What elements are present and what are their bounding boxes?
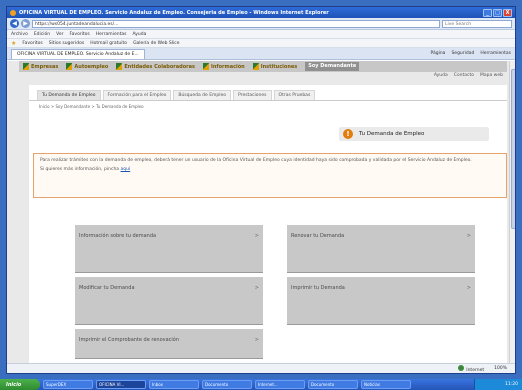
util-link-ayuda[interactable]: Ayuda xyxy=(434,73,448,78)
system-clock[interactable]: 11:20 xyxy=(474,379,522,390)
vertical-scrollbar[interactable] xyxy=(509,61,515,365)
subtab-bar: Tu Demanda de Empleo Formación para el E… xyxy=(29,85,507,101)
util-link-contacto[interactable]: Contacto xyxy=(454,73,474,78)
command-tools[interactable]: Herramientas xyxy=(480,51,511,56)
site-nav: Empresas Autoempleo Entidades Colaborado… xyxy=(19,61,507,72)
menu-bar: Archivo Edición Ver Favoritos Herramient… xyxy=(7,30,515,39)
zone-indicator: Internet xyxy=(458,364,484,373)
favorites-item[interactable]: Sitios sugeridos xyxy=(49,41,85,46)
favorites-bar: ★ Favoritos Sitios sugeridos Hotmail gra… xyxy=(7,39,515,48)
nav-item-informacion[interactable]: Información xyxy=(202,63,245,70)
globe-icon xyxy=(458,364,465,371)
chevron-right-icon: > xyxy=(466,285,471,291)
minimize-button[interactable]: _ xyxy=(483,8,492,17)
chevron-right-icon: > xyxy=(254,285,259,291)
taskbar-item[interactable]: SuperDEX xyxy=(43,380,93,389)
taskbar-item[interactable]: Documento xyxy=(308,380,358,389)
window-title: OFICINA VIRTUAL DE EMPLEO. Servicio Anda… xyxy=(19,9,329,16)
command-security[interactable]: Seguridad xyxy=(451,51,474,56)
card-renovar-demanda[interactable]: Renovar tu Demanda > xyxy=(287,225,475,273)
command-page[interactable]: Página xyxy=(430,51,445,56)
nav-item-autoempleo[interactable]: Autoempleo xyxy=(66,63,108,70)
chevron-right-icon: > xyxy=(254,233,259,239)
maximize-button[interactable]: □ xyxy=(493,8,502,17)
close-button[interactable]: X xyxy=(503,8,512,17)
nav-item-instituciones[interactable]: Instituciones xyxy=(252,63,297,70)
status-bar: Internet 100% xyxy=(7,363,515,373)
tab-bar: OFICINA VIRTUAL DE EMPLEO. Servicio Anda… xyxy=(7,48,515,60)
subtab-demanda[interactable]: Tu Demanda de Empleo xyxy=(37,90,101,100)
info-icon: ! xyxy=(343,129,353,139)
page-viewport: Empresas Autoempleo Entidades Colaborado… xyxy=(7,61,515,365)
util-link-mapa[interactable]: Mapa web xyxy=(480,73,503,78)
forward-button[interactable]: ▶ xyxy=(21,19,30,28)
subtab-otras[interactable]: Otras Pruebas xyxy=(273,90,316,100)
browser-tab[interactable]: OFICINA VIRTUAL DE EMPLEO. Servicio Anda… xyxy=(11,48,145,59)
notice-text: Para realizar trámites con la demanda de… xyxy=(40,158,472,163)
address-bar: ◀ ▶ https://ws054.juntadeandalucia.es/..… xyxy=(7,18,515,30)
title-bar[interactable]: OFICINA VIRTUAL DE EMPLEO. Servicio Anda… xyxy=(7,7,515,18)
url-input[interactable]: https://ws054.juntadeandalucia.es/... xyxy=(32,19,440,28)
star-icon: ★ xyxy=(11,39,17,47)
menu-item-favoritos[interactable]: Favoritos xyxy=(69,32,89,37)
flag-icon xyxy=(252,63,259,70)
taskbar-item[interactable]: Inbox xyxy=(149,380,199,389)
start-button[interactable]: Inicio xyxy=(0,379,40,390)
browser-window: OFICINA VIRTUAL DE EMPLEO. Servicio Anda… xyxy=(6,6,516,374)
subtab-busqueda[interactable]: Búsqueda de Empleo xyxy=(173,90,232,100)
desktop: OFICINA VIRTUAL DE EMPLEO. Servicio Anda… xyxy=(0,0,522,390)
chevron-right-icon: > xyxy=(254,337,259,343)
more-info-link[interactable]: aquí xyxy=(121,167,131,172)
command-bar: Página Seguridad Herramientas xyxy=(430,51,511,56)
taskbar: Inicio SuperDEX OFICINA VI... Inbox Docu… xyxy=(0,379,522,390)
taskbar-item[interactable]: OFICINA VI... xyxy=(96,380,146,389)
flag-icon xyxy=(202,63,209,70)
favorites-item[interactable]: Galería de Web Slice xyxy=(133,41,179,46)
page-title-badge: ! Tu Demanda de Empleo xyxy=(339,127,489,141)
menu-item-archivo[interactable]: Archivo xyxy=(11,32,28,37)
card-info-demanda[interactable]: Información sobre tu demanda > xyxy=(75,225,263,273)
back-button[interactable]: ◀ xyxy=(10,19,19,28)
utility-links: Ayuda Contacto Mapa web xyxy=(434,73,503,78)
taskbar-item[interactable]: Documento xyxy=(202,380,252,389)
menu-item-herramientas[interactable]: Herramientas xyxy=(96,32,127,37)
search-input[interactable]: Live Search xyxy=(442,19,512,28)
scroll-thumb[interactable] xyxy=(511,69,515,229)
flag-icon xyxy=(23,63,29,70)
flag-icon xyxy=(66,63,73,70)
page-title: Tu Demanda de Empleo xyxy=(359,131,425,137)
menu-item-ayuda[interactable]: Ayuda xyxy=(132,32,146,37)
chevron-right-icon: > xyxy=(466,233,471,239)
menu-item-edicion[interactable]: Edición xyxy=(34,32,50,37)
nav-item-entidades[interactable]: Entidades Colaboradoras xyxy=(116,63,195,70)
ie-icon xyxy=(10,9,16,16)
card-imprimir-demanda[interactable]: Imprimir tu Demanda > xyxy=(287,277,475,325)
card-modificar-demanda[interactable]: Modificar tu Demanda > xyxy=(75,277,263,325)
favorites-item[interactable]: Hotmail gratuito xyxy=(90,41,127,46)
nav-item-demandante[interactable]: Soy Demandante xyxy=(305,62,360,71)
nav-item-empresas[interactable]: Empresas xyxy=(23,63,58,70)
breadcrumb[interactable]: Inicio > Soy Demandante > Tu Demanda de … xyxy=(29,101,507,112)
card-imprimir-comprobante[interactable]: Imprimir el Comprobante de renovación > xyxy=(75,329,263,359)
menu-item-ver[interactable]: Ver xyxy=(56,32,63,37)
taskbar-item[interactable]: Noticias xyxy=(361,380,411,389)
main-content: Tu Demanda de Empleo Formación para el E… xyxy=(29,85,507,363)
flag-icon xyxy=(116,63,123,70)
taskbar-item[interactable]: Internet... xyxy=(255,380,305,389)
zoom-level[interactable]: 100% xyxy=(494,366,507,371)
subtab-formacion[interactable]: Formación para el Empleo xyxy=(102,90,172,100)
favorites-label[interactable]: Favoritos xyxy=(22,41,42,46)
notice-box: Para realizar trámites con la demanda de… xyxy=(33,153,507,198)
subtab-prestaciones[interactable]: Prestaciones xyxy=(233,90,272,100)
notice-more: Si quieres más información, pincha aquí xyxy=(40,166,131,172)
